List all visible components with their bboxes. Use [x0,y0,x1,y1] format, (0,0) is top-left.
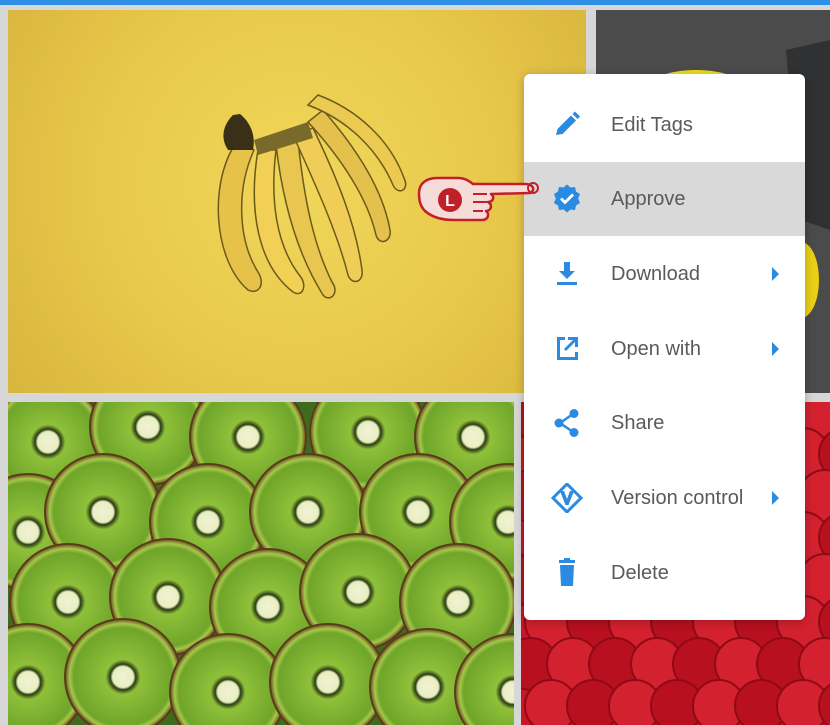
context-menu: Edit Tags Approve Download Open with Sha… [524,74,805,620]
menu-item-open-with[interactable]: Open with [524,312,805,386]
verified-badge-icon [554,184,580,213]
image-tile-kiwi[interactable] [8,402,514,725]
chevron-right-icon [772,491,779,505]
menu-item-download[interactable]: Download [524,237,805,311]
menu-item-label: Open with [611,338,702,360]
menu-item-edit-tags[interactable]: Edit Tags [524,88,805,162]
menu-item-label: Version control [611,487,744,509]
kiwi-slice [64,618,182,725]
download-icon [557,262,577,285]
menu-item-label: Approve [611,188,686,210]
menu-item-delete[interactable]: Delete [524,536,805,610]
menu-item-label: Download [611,263,700,285]
menu-item-share[interactable]: Share [524,386,805,460]
cursor-badge: L [445,193,455,210]
chevron-right-icon [772,267,779,281]
hand-pointer-icon: L [417,176,539,222]
menu-item-label: Delete [611,562,669,584]
trash-icon [559,558,575,586]
share-icon [554,409,579,437]
menu-item-label: Share [611,412,665,434]
pencil-icon [556,111,580,135]
menu-item-version-control[interactable]: Version control [524,461,805,535]
chevron-right-icon [772,342,779,356]
external-link-icon [557,337,578,360]
menu-item-approve[interactable]: Approve [524,162,805,236]
menu-item-label: Edit Tags [611,114,693,136]
kiwi-slices-image [8,402,514,725]
version-control-icon [550,483,584,513]
window-top-accent-bar [0,0,830,5]
